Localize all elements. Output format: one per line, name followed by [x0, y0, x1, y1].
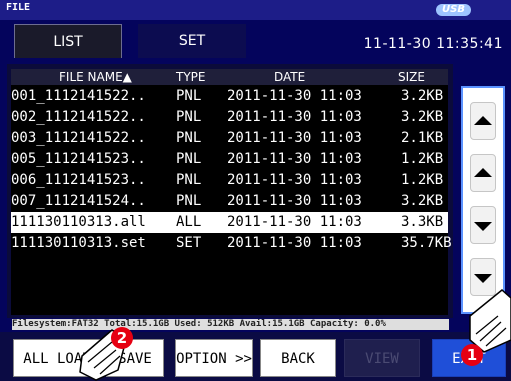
file-size-cell: 3.3KB: [401, 214, 444, 230]
file-name-cell: 002_1112141522..: [11, 109, 146, 125]
file-type-cell: ALL: [176, 214, 202, 230]
file-row[interactable]: 111130110313.set SET 2011-11-30 11:03 35.7K…: [11, 233, 452, 254]
file-size-cell: 35.7KB: [401, 235, 452, 251]
file-type-cell: SET: [176, 235, 202, 251]
back-button[interactable]: BACK: [260, 339, 336, 377]
file-row[interactable]: 005_1112141523.. PNL 2011-11-30 11:03 1.2KB: [11, 149, 448, 170]
filesystem-status: Filesystem:FAT32 Total:15.1GB Used: 512K…: [12, 319, 449, 330]
file-size-cell: 3.2KB: [401, 109, 444, 125]
scroll-page-down-button[interactable]: [470, 258, 496, 296]
file-row[interactable]: 003_1112141522.. PNL 2011-11-30 11:03 2.1KB: [11, 128, 448, 149]
scroll-down-button[interactable]: [470, 206, 496, 244]
file-type-cell: PNL: [176, 88, 202, 104]
file-row[interactable]: 111130110313.all ALL 2011-11-30 11:03 3.3KB: [11, 212, 448, 233]
file-date-cell: 2011-11-30 11:03: [227, 88, 362, 104]
double-arrow-down-icon: [474, 274, 492, 283]
double-arrow-up-icon: [474, 116, 492, 125]
file-date-cell: 2011-11-30 11:03: [227, 130, 362, 146]
tab-set[interactable]: SET: [138, 24, 246, 58]
column-header-type[interactable]: TYPE: [176, 70, 205, 84]
file-size-cell: 3.2KB: [401, 88, 444, 104]
file-row[interactable]: 001_1112141522.. PNL 2011-11-30 11:03 3.2KB: [11, 86, 448, 107]
file-row[interactable]: 002_1112141522.. PNL 2011-11-30 11:03 3.2KB: [11, 107, 448, 128]
view-button[interactable]: VIEW: [344, 339, 420, 377]
file-date-cell: 2011-11-30 11:03: [227, 172, 362, 188]
option-button[interactable]: OPTION >>: [175, 339, 253, 377]
file-type-cell: PNL: [176, 172, 202, 188]
callout-2-badge: 2: [111, 327, 133, 349]
file-name-cell: 001_1112141522..: [11, 88, 146, 104]
file-screen: FILE USB LIST SET 11-11-30 11:35:41 FILE…: [0, 0, 511, 381]
file-type-cell: PNL: [176, 193, 202, 209]
file-type-cell: PNL: [176, 151, 202, 167]
file-list: FILE NAME▲ TYPE DATE SIZE 001_1112141522…: [11, 69, 452, 315]
file-row[interactable]: 007_1112141524.. PNL 2011-11-30 11:03 3.2KB: [11, 191, 448, 212]
column-header-file-name[interactable]: FILE NAME▲: [59, 70, 132, 84]
all-load-button[interactable]: ALL LOAD: [13, 339, 101, 377]
arrow-up-icon: [474, 168, 492, 177]
column-header-size[interactable]: SIZE: [398, 70, 425, 84]
file-type-cell: PNL: [176, 109, 202, 125]
tab-list[interactable]: LIST: [14, 24, 122, 58]
file-name-cell: 111130110313.set: [11, 235, 146, 251]
file-list-header: FILE NAME▲ TYPE DATE SIZE: [11, 69, 448, 85]
file-date-cell: 2011-11-30 11:03: [227, 151, 362, 167]
file-date-cell: 2011-11-30 11:03: [227, 235, 362, 251]
file-name-cell: 006_1112141523..: [11, 172, 146, 188]
file-name-cell: 005_1112141523..: [11, 151, 146, 167]
usb-status-badge: USB: [436, 4, 471, 16]
file-size-cell: 1.2KB: [401, 151, 444, 167]
file-name-cell: 007_1112141524..: [11, 193, 146, 209]
scroll-page-up-button[interactable]: [470, 102, 496, 140]
callout-1-badge: 1: [461, 344, 483, 366]
file-date-cell: 2011-11-30 11:03: [227, 193, 362, 209]
scroll-panel: [461, 86, 505, 314]
column-header-date[interactable]: DATE: [274, 70, 305, 84]
file-size-cell: 2.1KB: [401, 130, 444, 146]
file-name-cell: 003_1112141522..: [11, 130, 146, 146]
title-bar: FILE USB: [0, 0, 511, 20]
file-size-cell: 1.2KB: [401, 172, 444, 188]
file-type-cell: PNL: [176, 130, 202, 146]
scroll-up-button[interactable]: [470, 154, 496, 192]
file-date-cell: 2011-11-30 11:03: [227, 214, 362, 230]
clock-display: 11-11-30 11:35:41: [363, 36, 503, 52]
file-row[interactable]: 006_1112141523.. PNL 2011-11-30 11:03 1.2KB: [11, 170, 448, 191]
file-size-cell: 3.2KB: [401, 193, 444, 209]
file-date-cell: 2011-11-30 11:03: [227, 109, 362, 125]
arrow-down-icon: [474, 222, 492, 231]
file-name-cell: 111130110313.all: [11, 214, 146, 230]
screen-title: FILE: [6, 2, 31, 13]
